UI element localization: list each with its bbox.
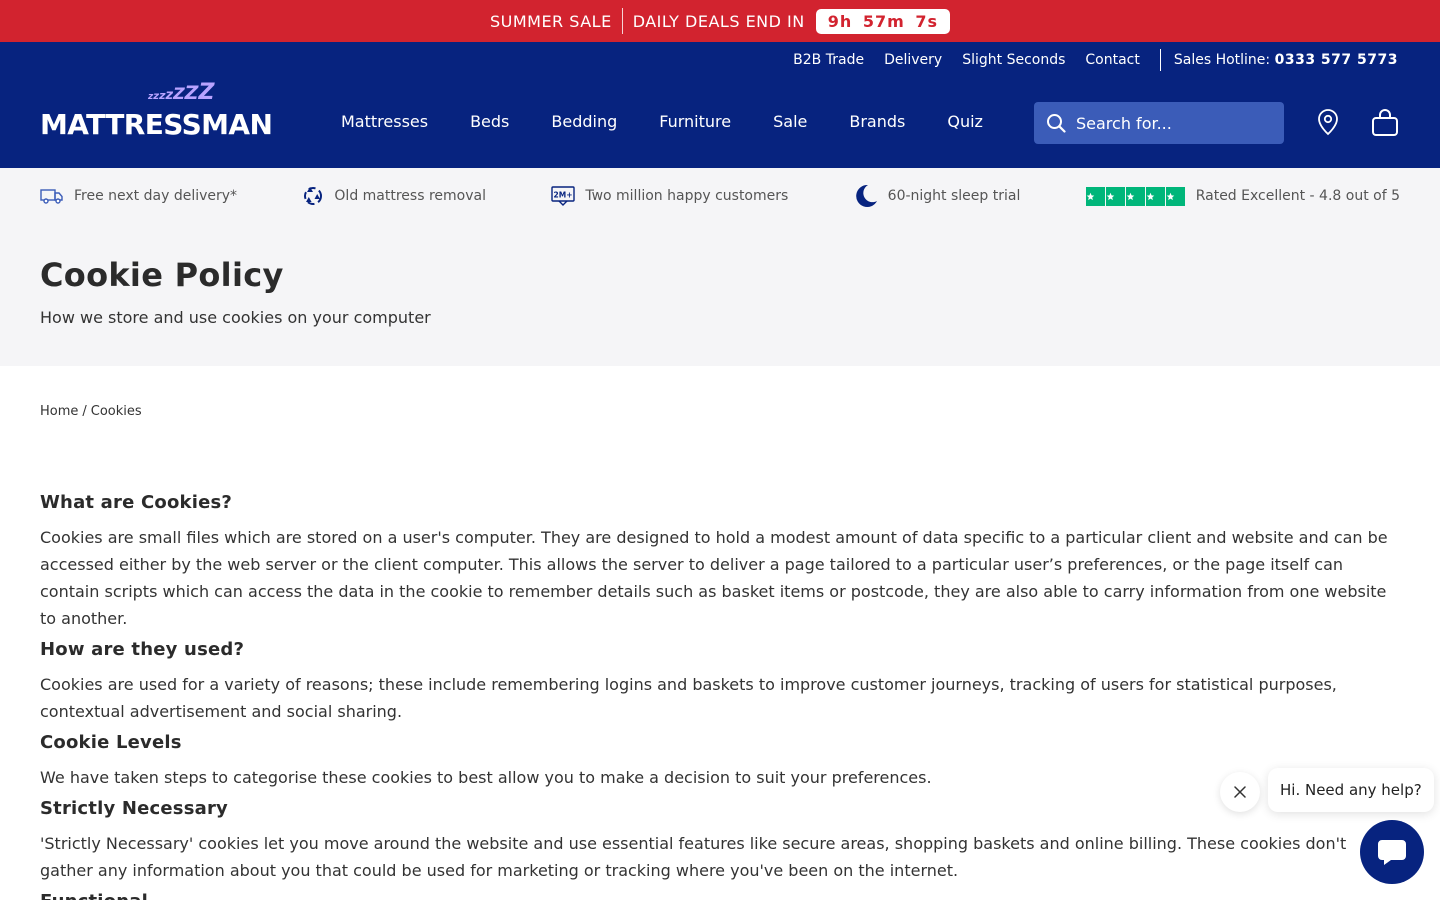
breadcrumb-current: Cookies: [90, 404, 142, 419]
promo-deals-label: DAILY DEALS END IN: [632, 11, 805, 31]
usp-trial-text: 60-night sleep trial: [887, 188, 1021, 204]
section-heading: What are Cookies?: [40, 492, 233, 513]
usp-rating[interactable]: Rated Excellent - 4.8 out of 5: [1085, 186, 1400, 206]
store-locator-button[interactable]: [1316, 108, 1340, 140]
nav-bedding[interactable]: Bedding: [530, 112, 638, 131]
page-header: Cookie Policy How we store and use cooki…: [0, 224, 1440, 366]
countdown-seconds: 7s: [915, 11, 939, 31]
promo-sale-label: SUMMER SALE: [489, 11, 612, 31]
promo-divider: [621, 8, 623, 34]
nav-quiz[interactable]: Quiz: [926, 112, 1004, 131]
breadcrumb-separator: /: [82, 404, 87, 419]
chat-launcher-button[interactable]: [1360, 820, 1424, 884]
section-body: Cookies are small files which are stored…: [40, 528, 1388, 628]
search-icon[interactable]: [1046, 113, 1066, 133]
usp-rating-text: Rated Excellent - 4.8 out of 5: [1195, 188, 1400, 204]
usp-trial: 60-night sleep trial: [854, 184, 1021, 208]
star-icon: [1125, 186, 1145, 206]
page-subtitle: How we store and use cookies on your com…: [40, 308, 431, 327]
usp-removal: Old mattress removal: [302, 185, 486, 207]
usp-customers-text: Two million happy customers: [585, 188, 789, 204]
page-title: Cookie Policy: [40, 256, 284, 294]
utility-nav: B2B Trade Delivery Slight Seconds Contac…: [773, 42, 1398, 78]
util-link-slight-seconds[interactable]: Slight Seconds: [962, 52, 1065, 68]
chat-icon: [1378, 840, 1406, 865]
chat-dismiss-button[interactable]: [1220, 772, 1260, 812]
breadcrumb: Home / Cookies: [0, 366, 1440, 419]
util-link-contact[interactable]: Contact: [1085, 52, 1139, 68]
section-body: 'Strictly Necessary' cookies let you mov…: [40, 834, 1347, 880]
nav-sale[interactable]: Sale: [752, 112, 828, 131]
countdown-hours: 9h: [827, 11, 853, 31]
nav-mattresses[interactable]: Mattresses: [320, 112, 449, 131]
hotline-label: Sales Hotline:: [1173, 52, 1271, 68]
breadcrumb-home[interactable]: Home: [40, 404, 78, 419]
section-body: We have taken steps to categorise these …: [40, 768, 932, 787]
section-heading: Cookie Levels: [40, 732, 182, 753]
section-heading: How are they used?: [40, 639, 245, 660]
basket-icon: [1372, 109, 1398, 136]
moon-icon: [855, 184, 877, 207]
basket-button[interactable]: [1370, 108, 1400, 142]
chat-greeting-bubble[interactable]: Hi. Need any help?: [1268, 768, 1434, 812]
trustpilot-stars: [1085, 186, 1186, 206]
nav-furniture[interactable]: Furniture: [638, 112, 752, 131]
star-icon: [1165, 186, 1185, 206]
nav-beds[interactable]: Beds: [449, 112, 530, 131]
promo-bar: SUMMER SALE DAILY DEALS END IN 9h 57m 7s: [0, 0, 1440, 42]
util-link-delivery[interactable]: Delivery: [884, 52, 942, 68]
search-input[interactable]: [1076, 113, 1266, 133]
sales-hotline[interactable]: Sales Hotline: 0333 577 5773: [1174, 52, 1398, 68]
search-box[interactable]: [1034, 102, 1284, 144]
star-icon: [1085, 186, 1105, 206]
truck-icon: [40, 189, 63, 204]
main-nav: Mattresses Beds Bedding Furniture Sale B…: [320, 112, 1004, 131]
section-heading: Functional: [40, 891, 1400, 900]
policy-content: What are Cookies? Cookies are small file…: [0, 419, 1440, 900]
usp-delivery: Free next day delivery*: [40, 188, 237, 204]
hotline-number: 0333 577 5773: [1274, 52, 1398, 68]
2m-plus-icon: 2M+: [551, 186, 576, 206]
site-header: B2B Trade Delivery Slight Seconds Contac…: [0, 42, 1440, 168]
section-heading: Strictly Necessary: [40, 798, 228, 819]
logo-wordmark: MATTRESSMAN: [40, 108, 273, 141]
location-pin-icon: [1318, 109, 1338, 136]
close-icon: [1234, 786, 1246, 798]
usp-bar: Free next day delivery* Old mattress rem…: [0, 168, 1440, 224]
util-link-b2b-trade[interactable]: B2B Trade: [793, 52, 864, 68]
site-logo[interactable]: zzzzZZZ MATTRESSMAN: [40, 80, 273, 141]
logo-zz-mark: zzzzZZZ: [148, 80, 215, 105]
chat-greeting-text: Hi. Need any help?: [1280, 781, 1422, 799]
star-icon: [1145, 186, 1165, 206]
countdown-timer: 9h 57m 7s: [815, 8, 951, 34]
util-divider: [1159, 49, 1161, 71]
recycle-icon: [304, 187, 323, 205]
usp-delivery-text: Free next day delivery*: [74, 188, 238, 204]
usp-removal-text: Old mattress removal: [334, 188, 486, 204]
countdown-minutes: 57m: [862, 11, 905, 31]
section-body: Cookies are used for a variety of reason…: [40, 675, 1337, 721]
2m-plus-icon-text: 2M+: [554, 191, 573, 200]
star-icon: [1105, 186, 1125, 206]
nav-brands[interactable]: Brands: [828, 112, 926, 131]
usp-customers: 2M+ Two million happy customers: [551, 186, 788, 206]
